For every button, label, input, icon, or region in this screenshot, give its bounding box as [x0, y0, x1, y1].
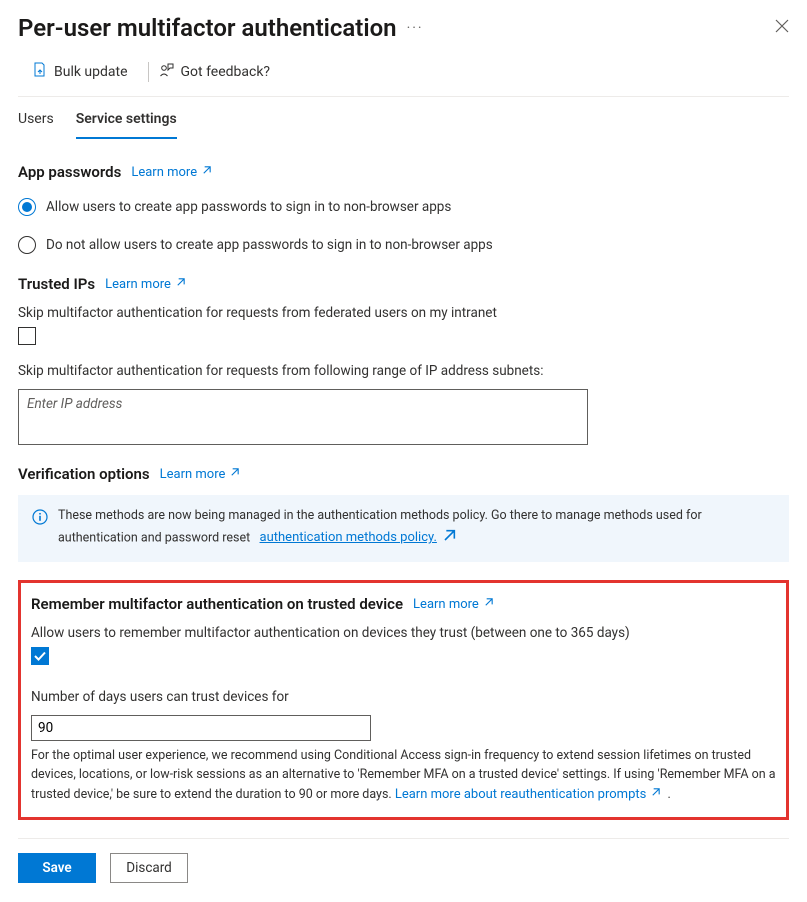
trusted-ips-learn-more-link[interactable]: Learn more — [105, 277, 186, 292]
radio-deny-app-passwords[interactable] — [18, 236, 36, 254]
remember-learn-more-link[interactable]: Learn more — [413, 597, 494, 612]
learn-more-label: Learn more — [105, 277, 171, 292]
auth-methods-policy-link[interactable]: authentication methods policy. — [260, 526, 457, 551]
verification-learn-more-link[interactable]: Learn more — [160, 467, 241, 482]
person-feedback-icon — [159, 62, 175, 82]
document-arrow-icon — [32, 62, 48, 82]
reauth-link-label: Learn more about reauthentication prompt… — [395, 785, 647, 805]
days-input[interactable] — [31, 715, 371, 741]
trusted-ips-heading: Trusted IPs — [18, 275, 95, 293]
discard-button[interactable]: Discard — [110, 853, 188, 883]
radio-allow-label: Allow users to create app passwords to s… — [46, 199, 451, 215]
external-link-icon — [441, 526, 457, 551]
auth-methods-policy-label: authentication methods policy. — [260, 528, 437, 548]
feedback-label: Got feedback? — [181, 64, 271, 80]
reauth-prompts-link[interactable]: Learn more about reauthentication prompt… — [395, 785, 662, 805]
close-icon[interactable] — [775, 19, 789, 37]
verification-options-heading: Verification options — [18, 465, 150, 483]
info-icon — [32, 507, 48, 550]
skip-range-label: Skip multifactor authentication for requ… — [18, 363, 789, 379]
days-label: Number of days users can trust devices f… — [31, 689, 776, 705]
app-passwords-learn-more-link[interactable]: Learn more — [131, 165, 212, 180]
tab-users[interactable]: Users — [18, 105, 54, 139]
verification-info-box: These methods are now being managed in t… — [18, 495, 789, 562]
learn-more-label: Learn more — [131, 165, 197, 180]
learn-more-label: Learn more — [160, 467, 226, 482]
external-link-icon — [229, 467, 240, 482]
checkbox-skip-federated[interactable] — [18, 327, 36, 345]
tab-service-settings[interactable]: Service settings — [76, 105, 177, 139]
external-link-icon — [650, 785, 661, 805]
external-link-icon — [483, 597, 494, 612]
app-passwords-heading: App passwords — [18, 163, 121, 181]
external-link-icon — [175, 277, 186, 292]
feedback-button[interactable]: Got feedback? — [155, 58, 285, 86]
allow-remember-label: Allow users to remember multifactor auth… — [31, 625, 776, 641]
external-link-icon — [201, 165, 212, 180]
checkbox-allow-remember[interactable] — [31, 647, 49, 665]
bulk-update-label: Bulk update — [54, 64, 128, 80]
bulk-update-button[interactable]: Bulk update — [28, 58, 142, 86]
more-icon[interactable]: ··· — [407, 20, 424, 36]
remember-mfa-heading: Remember multifactor authentication on t… — [31, 595, 403, 613]
save-button[interactable]: Save — [18, 853, 96, 883]
learn-more-label: Learn more — [413, 597, 479, 612]
ip-address-input[interactable] — [18, 389, 588, 445]
skip-federated-label: Skip multifactor authentication for requ… — [18, 305, 789, 321]
radio-allow-app-passwords[interactable] — [18, 198, 36, 216]
remember-mfa-highlight: Remember multifactor authentication on t… — [18, 580, 789, 819]
radio-deny-label: Do not allow users to create app passwor… — [46, 237, 493, 253]
command-separator — [148, 62, 149, 82]
page-title: Per-user multifactor authentication — [18, 14, 397, 42]
